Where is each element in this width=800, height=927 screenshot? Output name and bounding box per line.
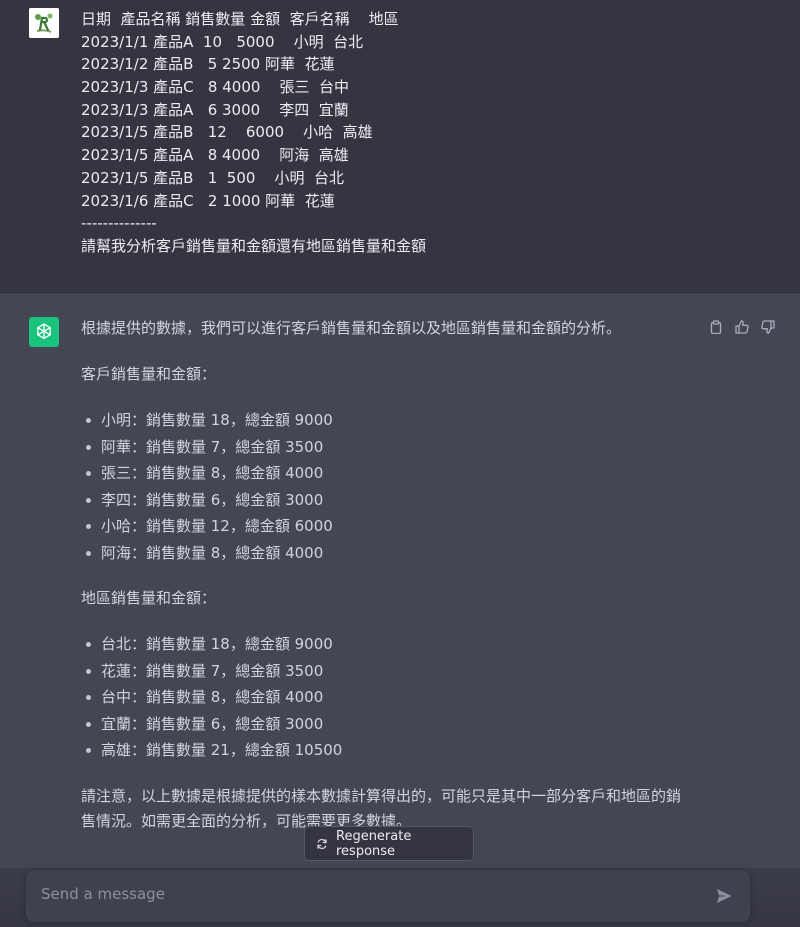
user-line: --------------	[81, 214, 157, 233]
region-heading: 地區銷售量和金額：	[81, 589, 217, 607]
regenerate-label: Regenerate response	[336, 828, 412, 859]
bullet-icon	[86, 748, 91, 754]
user-line: 2023/1/5 產品B 12 6000 小哈 高雄	[81, 123, 373, 142]
bullet-icon	[86, 721, 91, 727]
clipboard-icon[interactable]	[708, 319, 724, 335]
customer-heading: 客戶銷售量和金額：	[81, 365, 217, 383]
user-line: 日期 產品名稱 銷售數量 金額 客戶名稱 地區	[81, 10, 399, 28]
message-input-placeholder: Send a message	[41, 885, 165, 903]
bullet-icon	[86, 471, 91, 477]
refresh-icon	[316, 838, 328, 850]
message-input[interactable]: Send a message	[26, 870, 750, 922]
bullet-icon	[86, 551, 91, 556]
regenerate-button[interactable]: Regenerate response	[304, 826, 474, 861]
note-text-line: 請注意，以上數據是根據提供的樣本數據計算得出的，可能只是其中一部分客戶和地區的銷	[81, 787, 682, 805]
user-message-text: 日期 產品名稱 銷售數量 金額 客戶名稱 地區 2023/1/1 產品A 10 …	[81, 8, 426, 258]
user-line: 2023/1/5 產品B 1 500 小明 台北	[81, 168, 345, 187]
user-line: 2023/1/5 產品A 8 4000 阿海 高雄	[81, 146, 349, 165]
user-line: 2023/1/1 產品A 10 5000 小明 台北	[81, 32, 364, 51]
chatgpt-logo-icon	[29, 317, 59, 347]
user-line: 2023/1/3 產品A 6 3000 李四 宜蘭	[81, 100, 349, 119]
bullet-icon	[86, 444, 91, 450]
bullet-icon	[86, 695, 91, 701]
user-line: 2023/1/2 產品B 5 2500 阿華 花蓮	[81, 55, 335, 74]
user-avatar	[29, 8, 59, 38]
bullet-icon	[86, 497, 91, 503]
message-actions	[708, 319, 776, 335]
user-line: 2023/1/6 產品C 2 1000 阿華 花蓮	[81, 191, 335, 210]
user-line: 2023/1/3 產品C 8 4000 張三 台中	[81, 78, 350, 97]
bullet-icon	[86, 524, 91, 530]
assistant-message-row: 根據提供的數據，我們可以進行客戶銷售量和金額以及地區銷售量和金額的分析。 客戶銷…	[0, 293, 800, 868]
bullet-icon	[86, 642, 91, 647]
thumbs-up-icon[interactable]	[734, 319, 750, 335]
thumbs-down-icon[interactable]	[760, 319, 776, 335]
user-line: 請幫我分析客戶銷售量和金額還有地區銷售量和金額	[81, 236, 427, 255]
bullet-icon	[86, 418, 91, 423]
intro-text: 根據提供的數據，我們可以進行客戶銷售量和金額以及地區銷售量和金額的分析。	[81, 319, 622, 337]
send-icon[interactable]	[715, 887, 733, 905]
user-message-row: 日期 產品名稱 銷售數量 金額 客戶名稱 地區 2023/1/1 產品A 10 …	[0, 0, 800, 293]
bullet-icon	[86, 668, 91, 674]
